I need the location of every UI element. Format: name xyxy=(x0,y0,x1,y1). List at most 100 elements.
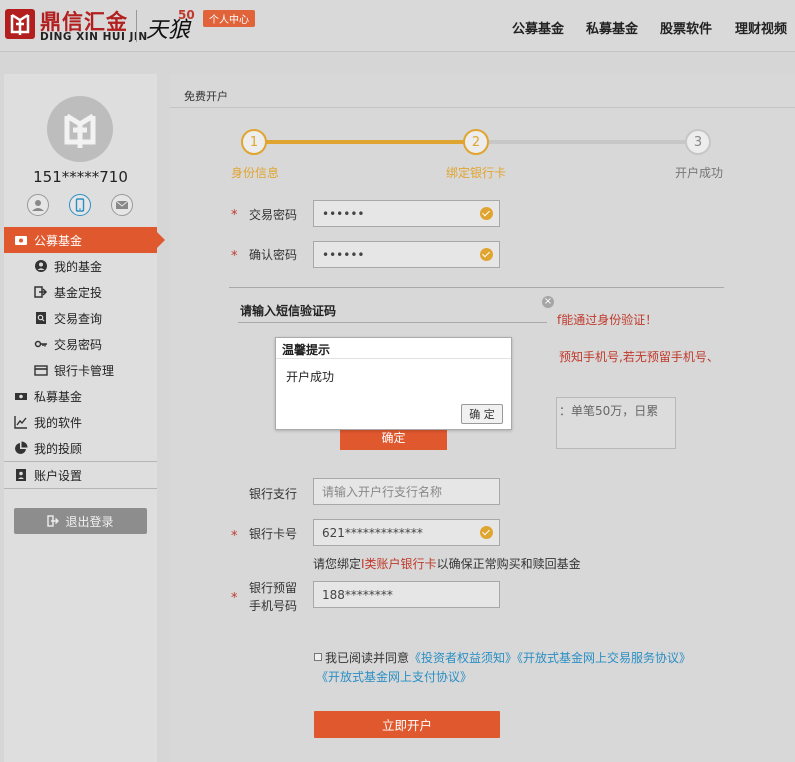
search-doc-icon xyxy=(34,311,48,325)
step-2-circle: 2 xyxy=(463,129,489,155)
card-hint: 请您绑定I类账户银行卡以确保正常购买和赎回基金 xyxy=(313,555,581,572)
reserved-phone-label-2: 手机号码 xyxy=(249,599,298,613)
sms-notice-2: 预知手机号,若无预留手机号、 xyxy=(559,350,719,364)
phone-icon[interactable] xyxy=(69,194,91,216)
check-icon xyxy=(480,207,493,220)
reserved-phone-label-1: 银行预留 xyxy=(249,581,298,595)
check-icon xyxy=(480,248,493,261)
avatar-logo-icon xyxy=(64,113,96,148)
step-3-circle: 3 xyxy=(685,129,711,155)
investor-rights-link[interactable]: 《投资者权益须知》 xyxy=(409,651,517,665)
sidebar: 151*****710 公募基金 我的基金 基金定投 交易查询 交易密码 银行卡… xyxy=(4,74,165,762)
trade-password-value: •••••• xyxy=(322,206,365,221)
id-card-icon xyxy=(14,468,28,482)
user-icon[interactable] xyxy=(27,194,49,216)
agree-checkbox[interactable] xyxy=(314,653,322,661)
menu-trade-query[interactable]: 交易查询 xyxy=(4,305,157,331)
logout-label: 退出登录 xyxy=(65,514,114,529)
open-account-button[interactable]: 立即开户 xyxy=(314,711,500,738)
card-icon xyxy=(34,363,48,377)
required-mark: * xyxy=(231,591,238,606)
confirm-password-label: 确认密码 xyxy=(249,248,298,262)
menu-account-settings[interactable]: 账户设置 xyxy=(4,462,157,488)
trade-password-input[interactable]: •••••• xyxy=(313,200,500,227)
confirm-password-input[interactable]: •••••• xyxy=(313,241,500,268)
trade-agreement-link[interactable]: 《开放式基金网上交易服务协议》 xyxy=(517,651,691,665)
dialog-message: 开户成功 xyxy=(286,370,335,384)
nav-stock-software[interactable]: 股票软件 xyxy=(660,18,712,37)
wallet-icon xyxy=(14,233,28,247)
card-hint-pre: 请您绑定 xyxy=(313,557,362,571)
confirm-password-value: •••••• xyxy=(322,247,365,262)
close-icon[interactable]: × xyxy=(542,296,554,308)
menu-label: 我的软件 xyxy=(34,415,83,430)
bank-branch-placeholder: 请输入开户行支行名称 xyxy=(322,485,443,499)
menu-label: 公募基金 xyxy=(34,233,83,248)
progress-line-done xyxy=(254,140,476,144)
menu-label: 交易密码 xyxy=(54,337,103,352)
menu-label: 我的投顾 xyxy=(34,441,83,456)
step-1-label: 身份信息 xyxy=(231,166,280,180)
reserved-phone-input[interactable]: 188******** xyxy=(313,581,500,608)
menu-label: 银行卡管理 xyxy=(54,363,115,378)
menu-label: 私募基金 xyxy=(34,389,83,404)
partner-logo-number: 50 xyxy=(178,8,195,22)
mail-icon[interactable] xyxy=(111,194,133,216)
nav-finance-video[interactable]: 理财视频 xyxy=(735,18,787,37)
pie-chart-icon xyxy=(14,441,28,455)
logout-button[interactable]: 退出登录 xyxy=(14,508,147,534)
required-mark: * xyxy=(231,249,238,264)
menu-label: 我的基金 xyxy=(54,259,103,274)
menu-private-fund[interactable]: 私募基金 xyxy=(4,383,157,409)
check-icon xyxy=(480,526,493,539)
menu-card-manage[interactable]: 银行卡管理 xyxy=(4,357,157,383)
dialog-ok-button[interactable]: 确 定 xyxy=(461,404,503,424)
chart-line-icon xyxy=(14,415,28,429)
sign-in-icon xyxy=(34,285,48,299)
dialog-title-divider xyxy=(276,358,511,359)
user-circle-icon xyxy=(34,259,48,273)
bank-branch-input[interactable]: 请输入开户行支行名称 xyxy=(313,478,500,505)
sms-title-underline xyxy=(238,322,547,323)
step-2-label: 绑定银行卡 xyxy=(446,166,507,180)
card-hint-post: 以确保正常购买和赎回基金 xyxy=(436,557,581,571)
alert-dialog: 温馨提示 开户成功 确 定 xyxy=(275,337,512,430)
logo-divider xyxy=(136,10,137,42)
step-1-circle: 1 xyxy=(241,129,267,155)
required-mark: * xyxy=(231,529,238,544)
step-3-label: 开户成功 xyxy=(675,166,724,180)
payment-agreement-link[interactable]: 《开放式基金网上支付协议》 xyxy=(316,668,472,685)
menu-label: 交易查询 xyxy=(54,311,103,326)
menu-my-advisor[interactable]: 我的投顾 xyxy=(4,435,157,461)
brand-name-en: DING XIN HUI JIN xyxy=(40,31,148,43)
dialog-title: 温馨提示 xyxy=(282,343,331,357)
breadcrumb-divider xyxy=(170,107,795,108)
agree-prefix: 我已阅读并同意 xyxy=(325,651,410,665)
sms-title: 请输入短信验证码 xyxy=(240,304,337,318)
menu-my-fund[interactable]: 我的基金 xyxy=(4,253,157,279)
menu-label: 基金定投 xyxy=(54,285,103,300)
menu-my-software[interactable]: 我的软件 xyxy=(4,409,157,435)
personal-center-badge[interactable]: 个人中心 xyxy=(203,10,255,27)
trade-password-label: 交易密码 xyxy=(249,208,298,222)
menu-fund-plan[interactable]: 基金定投 xyxy=(4,279,157,305)
key-icon xyxy=(34,337,48,351)
menu-divider xyxy=(4,488,157,489)
breadcrumb: 免费开户 xyxy=(184,90,228,103)
avatar xyxy=(47,96,113,162)
nav-public-fund[interactable]: 公募基金 xyxy=(512,18,564,37)
account-number: 151*****710 xyxy=(33,168,128,186)
limit-info-box: ：单笔50万，日累 xyxy=(556,397,676,449)
top-header: 鼎信汇金 DING XIN HUI JIN 天狼 50 个人中心 公募基金 私募… xyxy=(0,0,795,52)
money-icon xyxy=(14,389,28,403)
menu-trade-password[interactable]: 交易密码 xyxy=(4,331,157,357)
brand-logo-icon[interactable] xyxy=(4,8,36,40)
menu-public-fund[interactable]: 公募基金 xyxy=(4,227,165,253)
reserved-phone-value: 188******** xyxy=(322,587,393,602)
bank-card-input[interactable]: 621************* xyxy=(313,519,500,546)
required-mark: * xyxy=(231,208,238,223)
nav-private-fund[interactable]: 私募基金 xyxy=(586,18,638,37)
progress-line-pending xyxy=(476,140,698,144)
sign-out-icon xyxy=(47,515,60,527)
sms-notice-1: f能通过身份验证！ xyxy=(557,313,658,327)
